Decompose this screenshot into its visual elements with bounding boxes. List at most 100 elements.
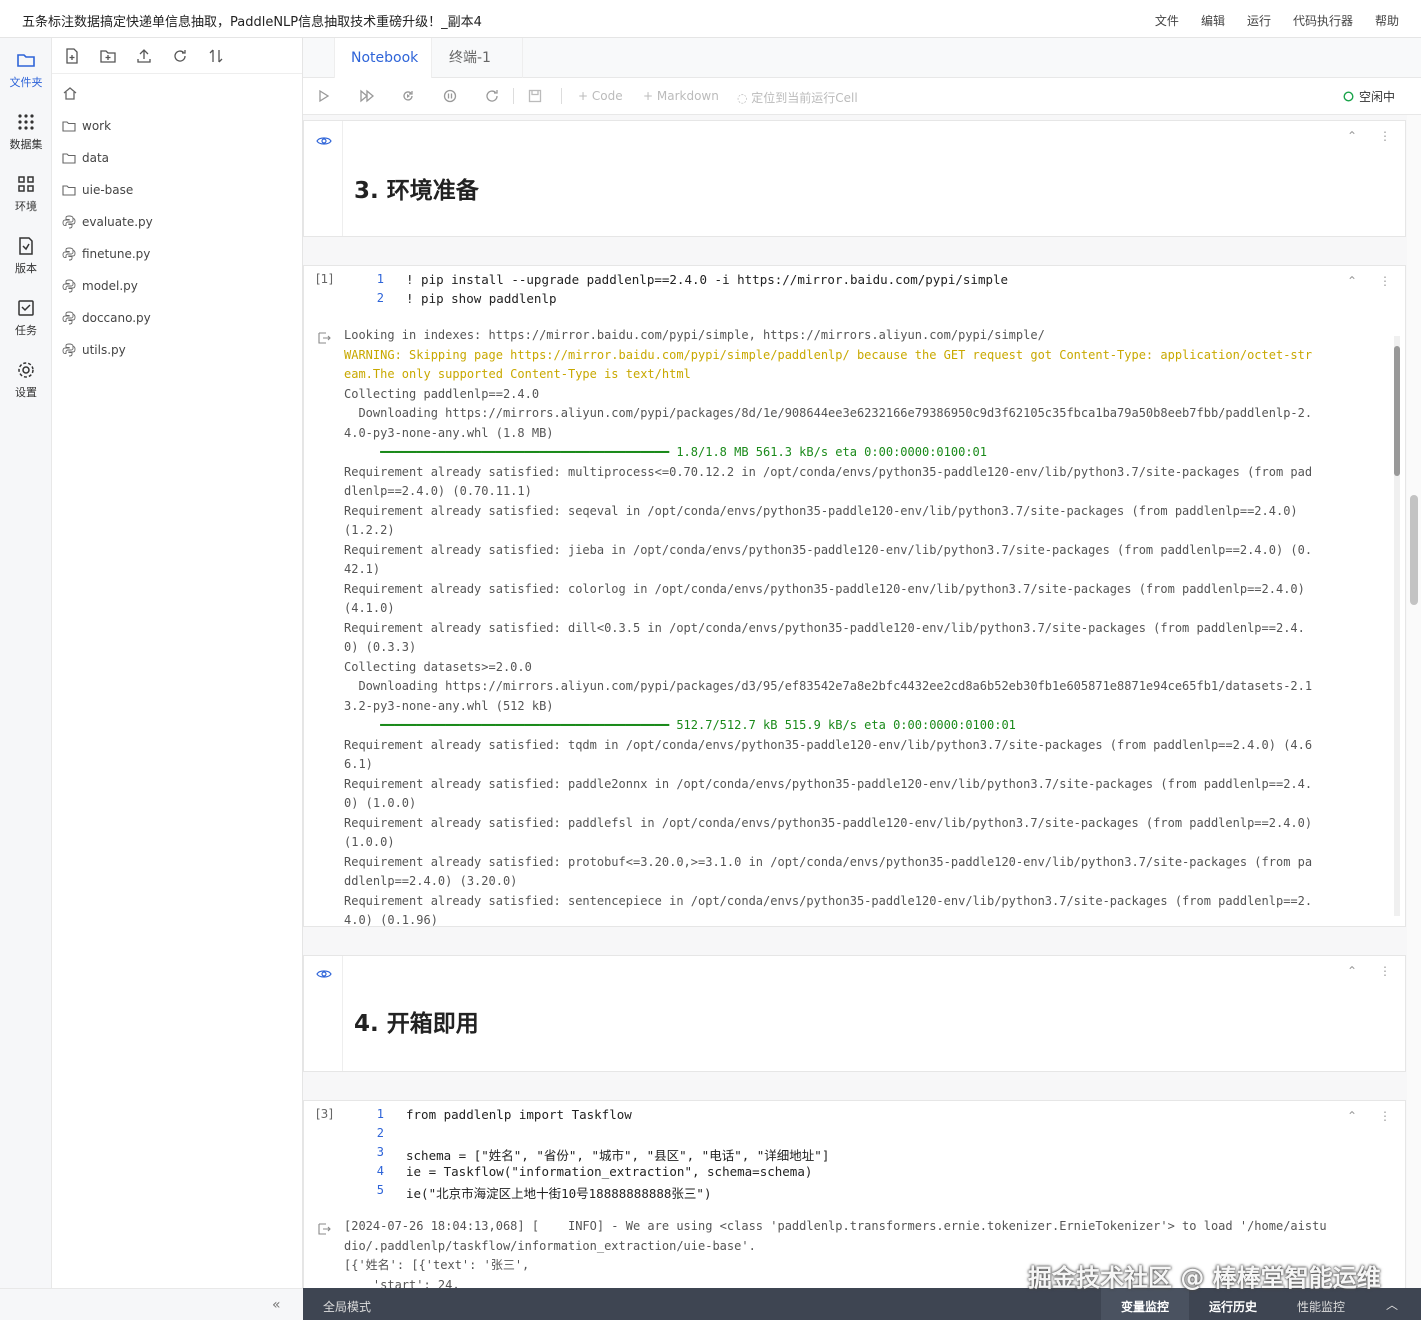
- activity-folder[interactable]: 文件夹: [0, 50, 52, 90]
- locate-cell-button[interactable]: ◌ 定位到当前运行Cell: [737, 89, 858, 106]
- upload-icon[interactable]: [136, 48, 152, 64]
- activity-dataset[interactable]: 数据集: [0, 112, 52, 152]
- run-cell-icon[interactable]: [318, 89, 330, 103]
- perf-monitor-button[interactable]: 性能监控: [1297, 1298, 1345, 1315]
- restart-run-icon[interactable]: [401, 89, 415, 103]
- add-code-button[interactable]: + Code: [578, 89, 623, 103]
- code-line[interactable]: ! pip show paddlenlp: [406, 291, 557, 306]
- collapse-icon[interactable]: ⌃: [1347, 1109, 1357, 1123]
- file-name: finetune.py: [82, 247, 151, 261]
- kernel-status-label: 空闲中: [1358, 90, 1395, 104]
- restart-icon[interactable]: [485, 89, 499, 103]
- more-icon[interactable]: ⋮: [1379, 129, 1391, 143]
- code-line[interactable]: from paddlenlp import Taskflow: [406, 1107, 632, 1122]
- collapse-icon[interactable]: ⌃: [1347, 129, 1357, 143]
- code-cell[interactable]: [1] 1 2 ! pip install --upgrade paddlenl…: [303, 265, 1406, 927]
- line-number: 4: [376, 1164, 384, 1178]
- eye-icon[interactable]: [316, 135, 332, 147]
- output-icon: [318, 1223, 331, 1235]
- output-line: Downloading https://mirrors.aliyun.com/p…: [344, 406, 1313, 420]
- tab-notebook[interactable]: Notebook: [334, 38, 432, 78]
- file-item[interactable]: data: [62, 148, 109, 168]
- more-icon[interactable]: ⋮: [1379, 274, 1391, 288]
- output-line: 42.1): [344, 562, 381, 576]
- menu-help[interactable]: 帮助: [1375, 12, 1399, 29]
- tab-terminal-label: 终端-1: [449, 50, 491, 66]
- file-item[interactable]: uie-base: [62, 180, 133, 200]
- file-item[interactable]: work: [62, 116, 111, 136]
- add-markdown-button[interactable]: + Markdown: [643, 89, 719, 103]
- interrupt-icon[interactable]: [443, 89, 457, 103]
- cell-controls: ⌃ ⋮: [1347, 1109, 1391, 1123]
- line-number: 1: [376, 272, 384, 286]
- notebook-area: 3. 环境准备 ⌃ ⋮ [1] 1 2 ! pip install --upgra…: [303, 115, 1407, 1288]
- file-item[interactable]: evaluate.py: [62, 212, 153, 232]
- tab-terminal[interactable]: 终端-1 ×: [433, 38, 523, 106]
- more-icon[interactable]: ⋮: [1379, 964, 1391, 978]
- python-file-icon: [62, 343, 76, 357]
- code-line[interactable]: ie = Taskflow("information_extraction", …: [406, 1164, 812, 1179]
- output-line: (1.2.2): [344, 523, 395, 537]
- save-icon[interactable]: [528, 89, 542, 103]
- code-line[interactable]: schema = ["姓名", "省份", "城市", "县区", "电话", …: [406, 1145, 829, 1164]
- output-line: Requirement already satisfied: paddlefsl…: [344, 815, 1313, 830]
- run-history-button[interactable]: 运行历史: [1209, 1298, 1257, 1315]
- new-folder-icon[interactable]: [100, 48, 116, 64]
- output-line: Requirement already satisfied: sentencep…: [344, 893, 1313, 908]
- cell-output: Looking in indexes: https://mirror.baidu…: [344, 326, 1312, 931]
- file-name: uie-base: [82, 183, 134, 197]
- collapse-sidebar-icon[interactable]: «: [272, 1297, 281, 1313]
- run-all-icon[interactable]: [359, 89, 375, 103]
- output-line: Requirement already satisfied: dill<0.3.…: [344, 620, 1305, 635]
- activity-env-label: 环境: [15, 200, 37, 213]
- version-icon: [19, 237, 33, 255]
- global-mode[interactable]: 全局模式: [323, 1298, 371, 1315]
- folder-icon: [62, 153, 76, 164]
- activity-settings[interactable]: 设置: [0, 360, 52, 400]
- variable-monitor-button[interactable]: 变量监控: [1121, 1298, 1169, 1315]
- refresh-icon[interactable]: [172, 48, 188, 64]
- file-item[interactable]: utils.py: [62, 340, 126, 360]
- activity-folder-label: 文件夹: [9, 76, 43, 89]
- add-markdown-label: Markdown: [656, 89, 719, 103]
- expand-icon[interactable]: ︿: [1386, 1296, 1398, 1313]
- python-file-icon: [62, 279, 76, 293]
- activity-task[interactable]: 任务: [0, 298, 52, 338]
- line-number: 3: [376, 1145, 384, 1159]
- output-line: 4.0-py3-none-any.whl (1.8 MB): [344, 425, 554, 440]
- file-item[interactable]: model.py: [62, 276, 138, 296]
- activity-env[interactable]: 环境: [0, 174, 52, 214]
- code-line[interactable]: ie("北京市海淀区上地十街10号18888888888张三"): [406, 1183, 712, 1202]
- menu-run[interactable]: 运行: [1247, 12, 1271, 29]
- code-line[interactable]: ! pip install --upgrade paddlenlp==2.4.0…: [406, 272, 1008, 287]
- sidebar-footer: «: [0, 1288, 303, 1320]
- output-line: 0) (1.0.0): [344, 796, 417, 810]
- more-icon[interactable]: ⋮: [1379, 1109, 1391, 1123]
- folder-icon: [17, 54, 35, 67]
- output-line: Collecting paddlenlp==2.4.0: [344, 386, 540, 401]
- output-line: Requirement already satisfied: seqeval i…: [344, 503, 1298, 518]
- tab-notebook-label: Notebook: [351, 50, 419, 66]
- file-name: evaluate.py: [82, 215, 153, 229]
- markdown-cell[interactable]: 4. 开箱即用 ⌃ ⋮: [303, 955, 1406, 1072]
- output-line: Collecting datasets>=2.0.0: [344, 659, 532, 674]
- eye-icon[interactable]: [316, 968, 332, 980]
- home-icon[interactable]: [62, 85, 78, 101]
- scroll-thumb[interactable]: [1410, 495, 1418, 605]
- line-number: 2: [376, 1126, 384, 1140]
- new-file-icon[interactable]: [64, 48, 80, 64]
- output-scrollbar[interactable]: [1394, 336, 1400, 916]
- menu-kernel[interactable]: 代码执行器: [1293, 12, 1353, 29]
- activity-version[interactable]: 版本: [0, 236, 52, 276]
- collapse-icon[interactable]: ⌃: [1347, 964, 1357, 978]
- file-browser: work data uie-base evaluate.py finetune.py mo…: [52, 38, 303, 1288]
- notebook-scrollbar[interactable]: [1407, 115, 1421, 1288]
- collapse-icon[interactable]: ⌃: [1347, 274, 1357, 288]
- sort-icon[interactable]: [208, 48, 224, 64]
- file-item[interactable]: finetune.py: [62, 244, 150, 264]
- menu-edit[interactable]: 编辑: [1201, 12, 1225, 29]
- file-item[interactable]: doccano.py: [62, 308, 151, 328]
- markdown-cell[interactable]: 3. 环境准备 ⌃ ⋮: [303, 120, 1406, 237]
- line-number: 2: [376, 291, 384, 305]
- menu-file[interactable]: 文件: [1155, 12, 1179, 29]
